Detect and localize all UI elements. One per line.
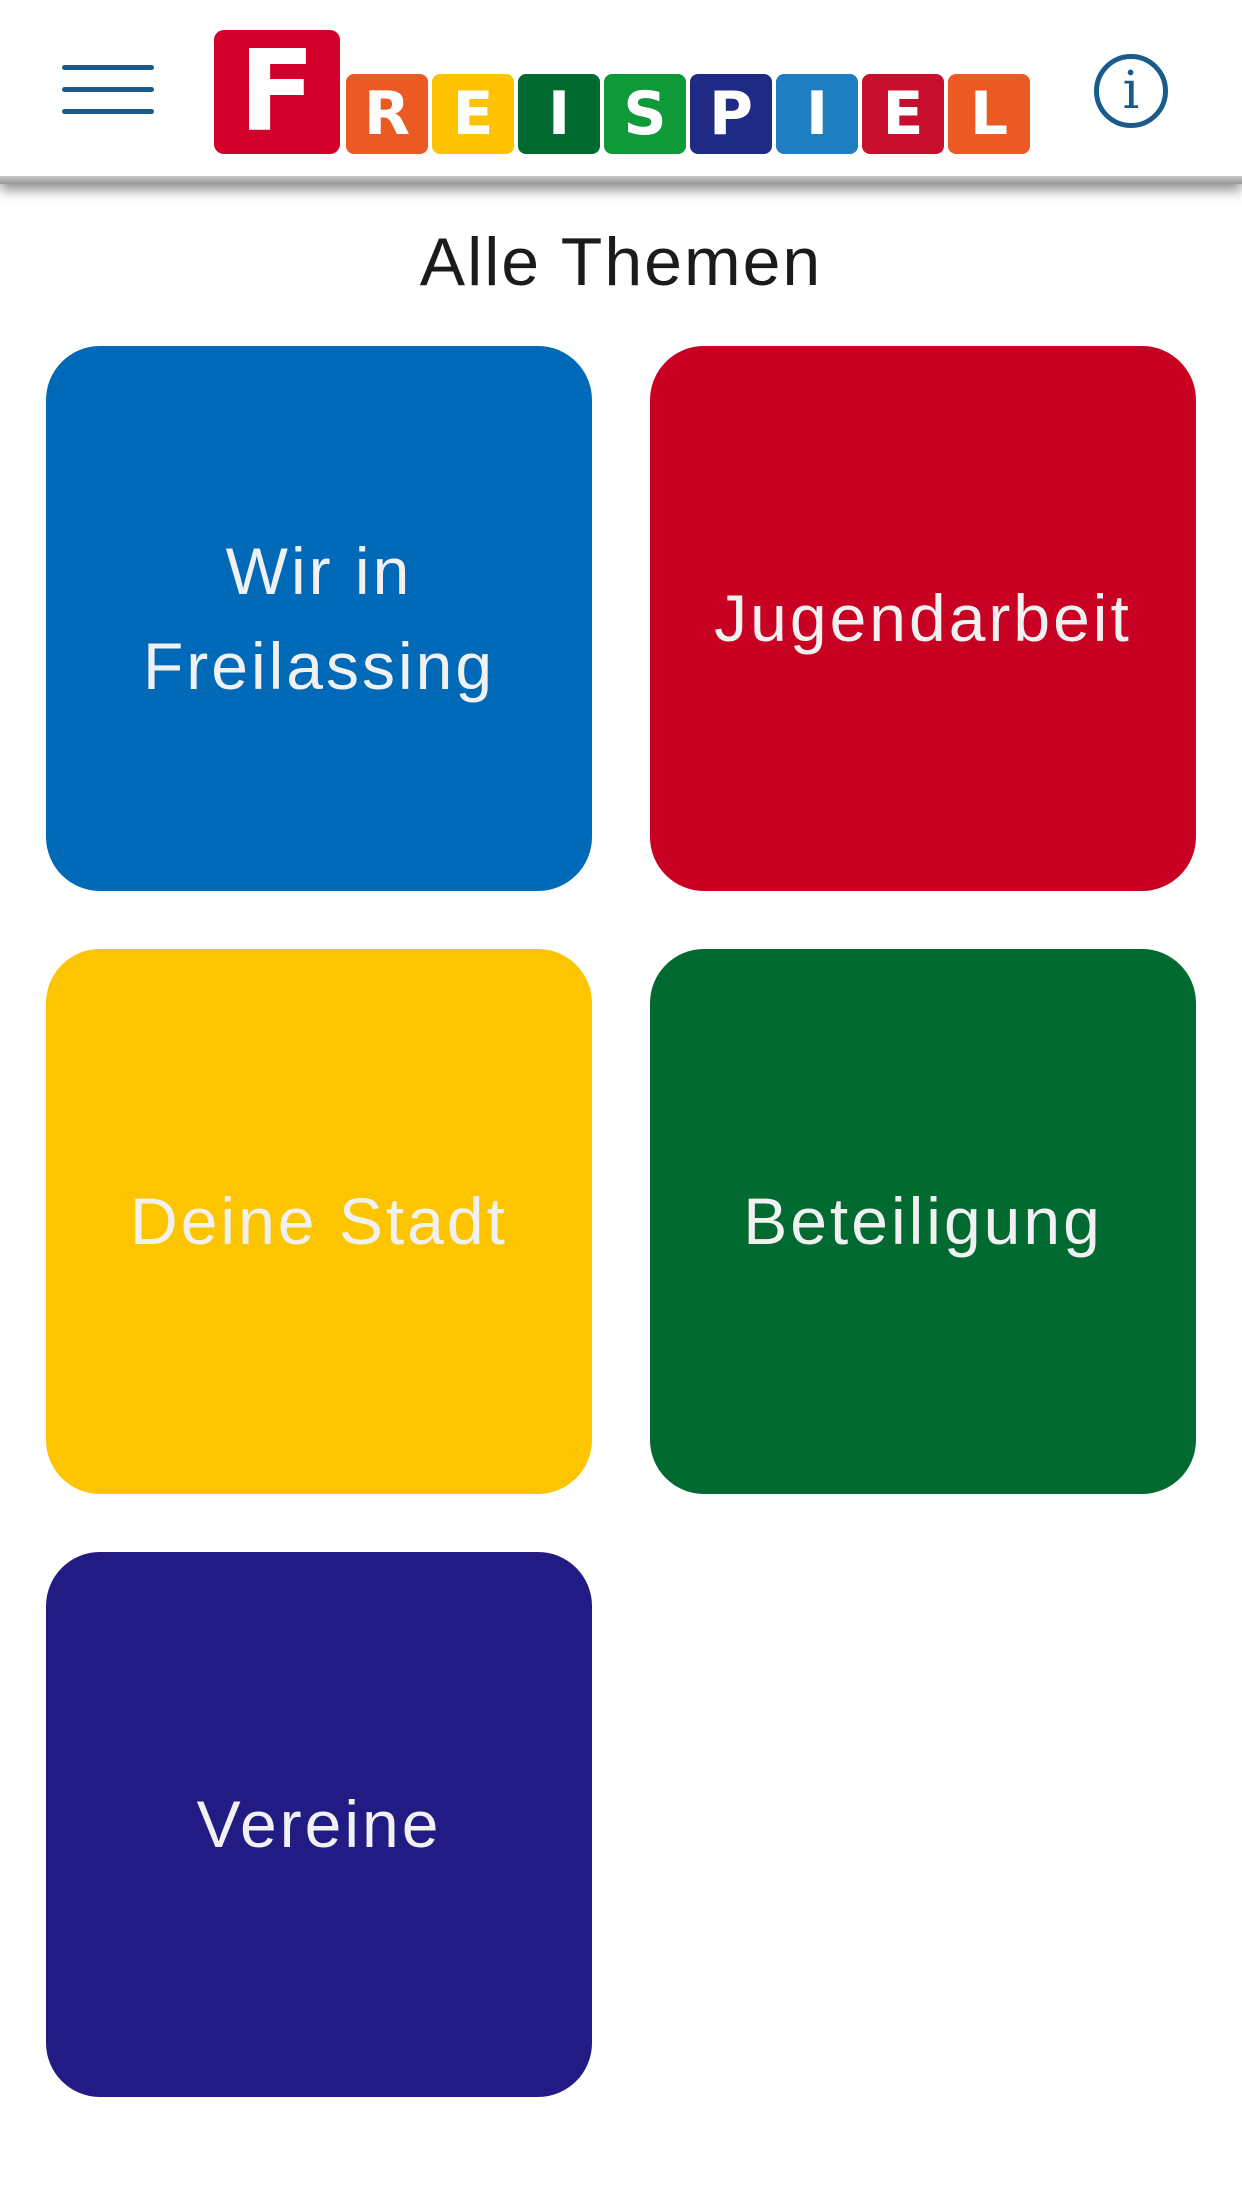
- topic-tile-label: Wir in Freilassing: [142, 533, 496, 703]
- topic-tile-vereine[interactable]: Vereine: [46, 1552, 592, 2097]
- topic-tile-label: Deine Stadt: [130, 1184, 508, 1258]
- app-header: F R E I S P I E L i: [0, 0, 1242, 184]
- logo-letter: E: [432, 74, 514, 154]
- freispiel-logo[interactable]: F R E I S P I E L: [214, 30, 1030, 154]
- topic-tile-label: Beteiligung: [743, 1184, 1103, 1258]
- logo-letter: L: [948, 74, 1030, 154]
- logo-letter: R: [346, 74, 428, 154]
- logo-letter: F: [214, 30, 340, 154]
- topic-tile-beteiligung[interactable]: Beteiligung: [650, 949, 1196, 1494]
- hamburger-menu-icon[interactable]: [62, 62, 154, 118]
- logo-letter: I: [518, 74, 600, 154]
- logo-letter: S: [604, 74, 686, 154]
- topic-tile-wir-in-freilassing[interactable]: Wir in Freilassing: [46, 346, 592, 891]
- logo-letter: I: [776, 74, 858, 154]
- logo-letter: P: [690, 74, 772, 154]
- page-title: Alle Themen: [419, 224, 823, 300]
- logo-letter: E: [862, 74, 944, 154]
- topic-tile-label: Vereine: [196, 1787, 442, 1861]
- menu-line: [62, 87, 154, 92]
- topic-tile-jugendarbeit[interactable]: Jugendarbeit: [650, 346, 1196, 891]
- menu-line: [62, 109, 154, 114]
- info-circle-icon[interactable]: i: [1094, 54, 1168, 128]
- topic-tile-label: Jugendarbeit: [714, 581, 1132, 655]
- menu-line: [62, 65, 154, 70]
- topic-tile-deine-stadt[interactable]: Deine Stadt: [46, 949, 592, 1494]
